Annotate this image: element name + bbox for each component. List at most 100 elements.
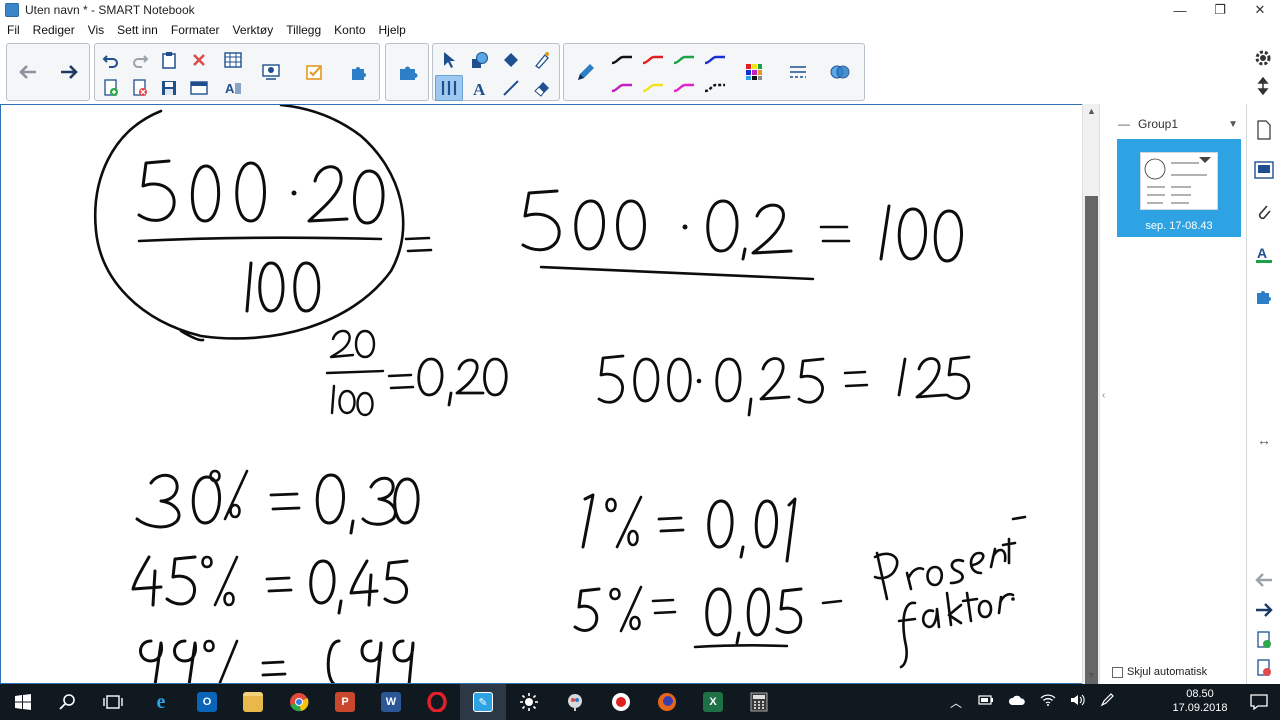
fill-color-icon[interactable] [740,59,768,85]
collapse-icon[interactable]: — [1118,117,1130,131]
minimize-button[interactable]: — [1160,0,1200,20]
pen-input-icon[interactable] [1100,692,1116,712]
text-tools-icon[interactable]: A [219,75,247,101]
select-icon[interactable] [435,47,463,73]
powerpoint-icon[interactable]: P [322,684,368,720]
pen-color-6[interactable] [639,75,667,101]
magic-pen-icon[interactable] [528,47,556,73]
menu-insert[interactable]: Sett inn [110,23,164,37]
pen-color-5[interactable] [608,75,636,101]
addons-icon[interactable] [345,59,373,85]
menu-format[interactable]: Formater [164,23,226,37]
pen-color-1[interactable] [608,47,636,73]
undo-icon[interactable] [97,47,125,73]
panel-resize-handle[interactable]: ‹ [1102,390,1105,401]
notifications-icon[interactable] [1236,684,1280,720]
maximize-button[interactable]: ❐ [1200,0,1240,20]
side-back-icon[interactable] [1252,568,1276,592]
page-thumbnail[interactable]: sep. 17-08.43 [1117,139,1241,237]
recorder-icon[interactable] [598,684,644,720]
gallery-tab-icon[interactable] [1252,158,1276,182]
line-style-icon[interactable] [784,59,812,85]
menu-file[interactable]: Fil [0,23,26,37]
document-camera-icon[interactable] [257,59,285,85]
scrollbar-thumb[interactable] [1085,196,1098,688]
properties-tab-icon[interactable]: A [1252,242,1276,266]
side-add-page-icon[interactable] [1252,628,1276,652]
pen-color-4[interactable] [701,47,729,73]
move-toolbar-icon[interactable] [1249,73,1277,99]
chrome-icon[interactable] [276,684,322,720]
shapes-icon[interactable] [466,47,494,73]
canvas-scrollbar[interactable]: ▲ ▼ [1082,104,1100,688]
search-icon[interactable] [45,684,91,720]
volume-icon[interactable] [1070,693,1086,711]
word-icon[interactable]: W [368,684,414,720]
wifi-icon[interactable] [1040,693,1056,711]
addons-tab-icon[interactable] [1252,284,1276,308]
redo-icon[interactable] [126,47,154,73]
side-delete-page-icon[interactable] [1252,656,1276,680]
scroll-up-icon[interactable]: ▲ [1083,106,1100,120]
gear-icon[interactable] [1249,45,1277,71]
task-view-icon[interactable] [90,684,136,720]
group-label: Group1 [1138,117,1179,131]
pen-icon[interactable] [572,59,600,85]
attachments-tab-icon[interactable] [1252,200,1276,224]
page-group-header[interactable]: — Group1 ▼ [1118,116,1244,132]
pen-group [563,43,865,101]
file-explorer-icon[interactable] [230,684,276,720]
system-clock[interactable]: 08.50 17.09.2018 [1168,687,1232,715]
resize-arrows-icon[interactable]: ↔ [1252,428,1276,452]
save-icon[interactable] [155,75,183,101]
clock-date: 17.09.2018 [1172,702,1228,714]
autohide-checkbox[interactable] [1112,666,1123,678]
pen-color-8[interactable] [701,75,729,101]
add-page-icon[interactable] [97,75,125,101]
text-icon[interactable]: A [466,75,494,101]
firefox-icon[interactable] [644,684,690,720]
line-icon[interactable] [497,75,525,101]
pen-color-3[interactable] [670,47,698,73]
properties-icon[interactable] [826,59,854,85]
close-button[interactable]: ✕ [1240,0,1280,20]
delete-page-icon[interactable] [126,75,154,101]
battery-icon[interactable] [978,693,994,711]
pen-color-2[interactable] [639,47,667,73]
outlook-icon[interactable]: O [184,684,230,720]
back-icon[interactable] [14,59,42,85]
tray-expand-icon[interactable]: ︿ [950,694,962,711]
screen-shade-icon[interactable] [185,75,213,101]
whiteboard-canvas[interactable] [0,104,1099,684]
smart-ink-icon[interactable] [506,684,552,720]
windows-start-icon[interactable] [0,684,46,720]
table-icon[interactable] [219,47,247,73]
lesson-activity-icon[interactable] [394,59,422,85]
menu-tools[interactable]: Verktøy [226,23,280,37]
paste-icon[interactable] [155,47,183,73]
onedrive-icon[interactable] [1008,693,1026,711]
opera-icon[interactable] [414,684,460,720]
pen-color-7[interactable] [670,75,698,101]
page-sorter-tab-icon[interactable] [1252,118,1276,142]
forward-icon[interactable] [55,59,83,85]
calculator-icon[interactable] [736,684,782,720]
side-forward-icon[interactable] [1252,598,1276,622]
scroll-down-icon[interactable]: ▼ [1083,670,1100,684]
menu-addons[interactable]: Tillegg [279,23,327,37]
fill-icon[interactable] [497,47,525,73]
chevron-down-icon[interactable]: ▼ [1228,119,1238,130]
smart-tools-icon[interactable] [552,684,598,720]
menu-edit[interactable]: Rediger [26,23,81,37]
pen-tools-icon[interactable] [435,75,463,101]
smart-notebook-icon[interactable]: ✎ [460,684,506,720]
response-icon[interactable] [301,59,329,85]
delete-icon[interactable] [185,47,213,73]
eraser-icon[interactable] [528,75,556,101]
excel-icon[interactable]: X [690,684,736,720]
autohide-option[interactable]: Skjul automatisk [1112,666,1207,678]
menu-help[interactable]: Hjelp [372,23,412,37]
internet-explorer-icon[interactable]: e [138,684,184,720]
menu-view[interactable]: Vis [81,23,110,37]
menu-account[interactable]: Konto [327,23,371,37]
